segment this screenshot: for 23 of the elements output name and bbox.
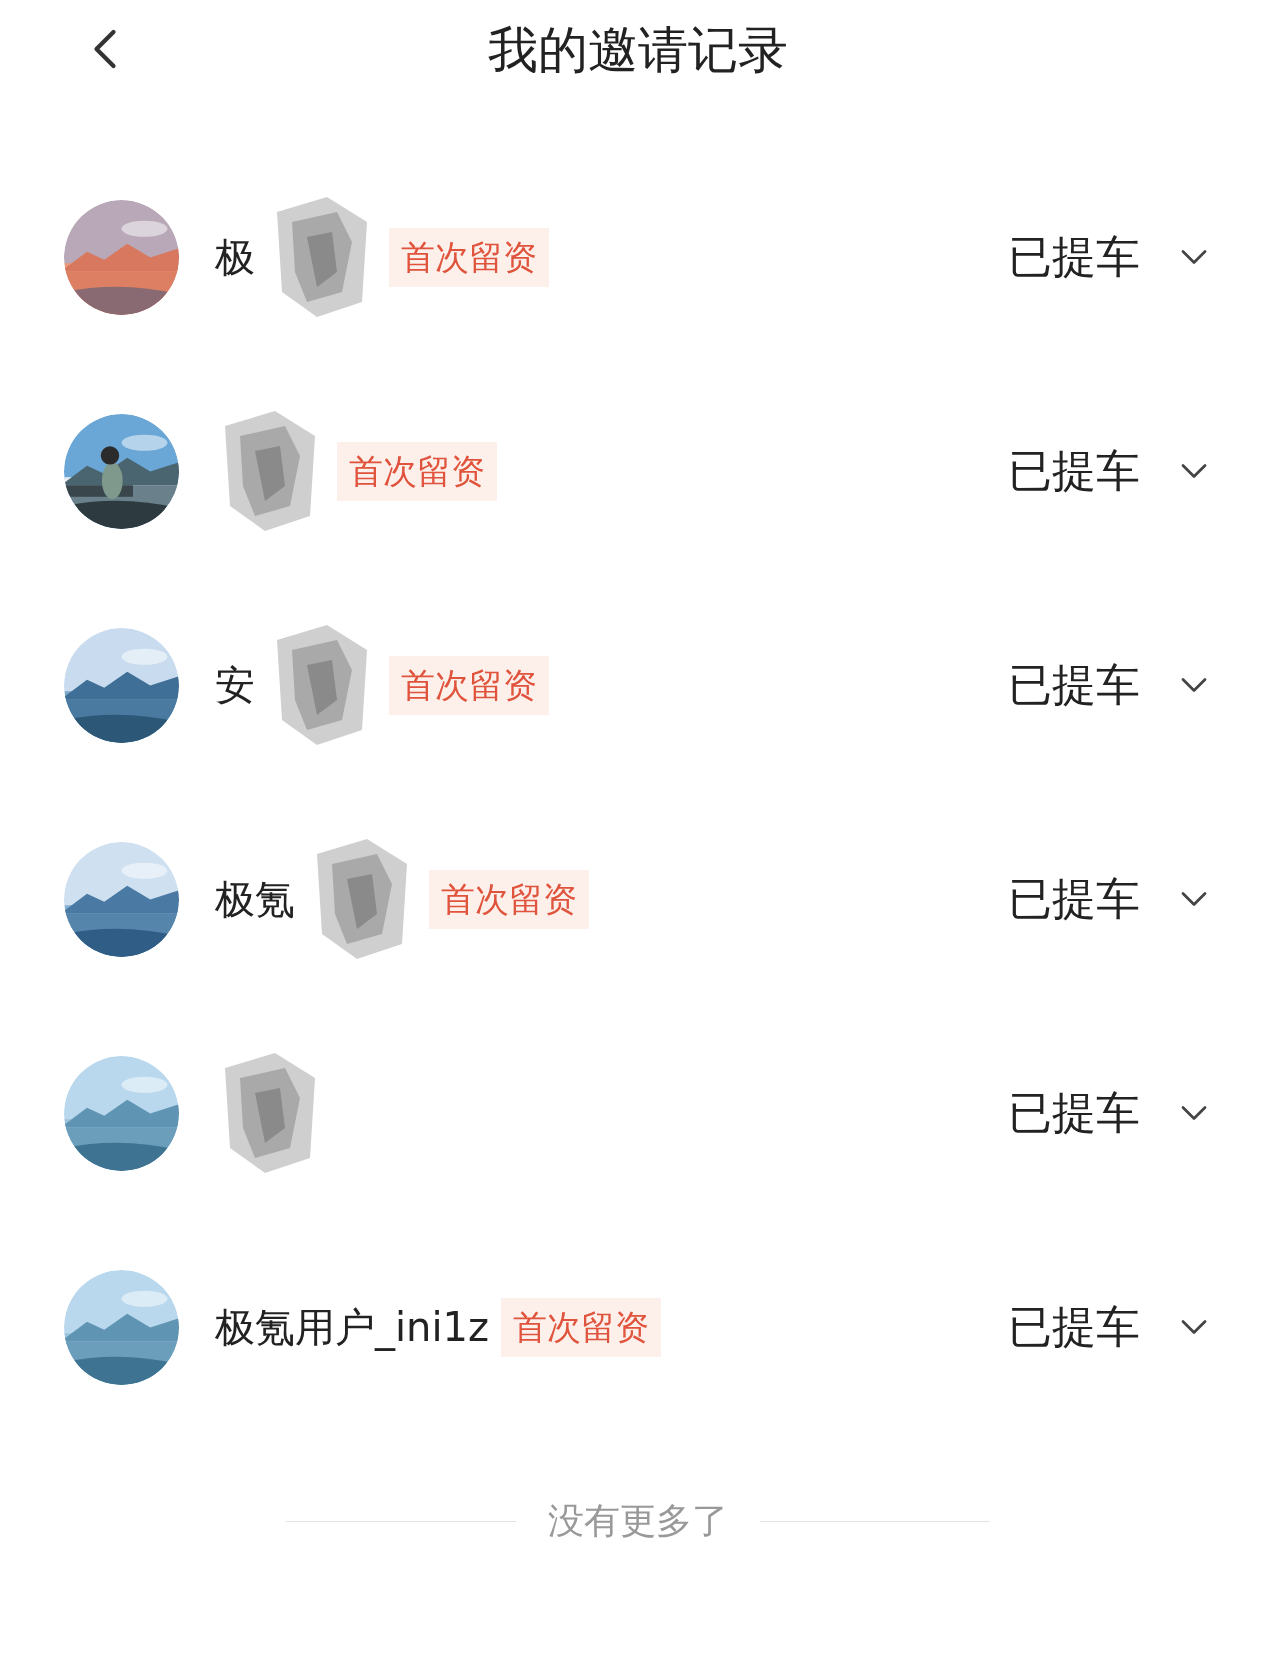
invite-row[interactable]: 安 首次留资 已提车 [0,578,1276,792]
first-lead-tag: 首次留资 [501,1297,662,1357]
user-name: 极氪 [215,875,295,924]
end-of-list-text: 没有更多了 [548,1499,728,1543]
first-lead-tag: 首次留资 [337,441,497,501]
status-label: 已提车 [1008,1086,1140,1140]
status-label: 已提车 [1008,444,1140,498]
status-label: 已提车 [1008,1300,1140,1354]
status-label: 已提车 [1008,658,1140,712]
invite-row[interactable]: 极 首次留资 已提车 [0,150,1276,364]
invite-row[interactable]: 首次留资 已提车 [0,364,1276,578]
first-lead-tag: 首次留资 [389,227,549,287]
user-name: 极 [215,233,255,282]
first-lead-tag: 首次留资 [389,655,549,715]
page-title: 我的邀请记录 [488,25,788,75]
first-lead-tag: 首次留资 [429,869,589,929]
invite-row[interactable]: 极氪 首次留资 已提车 [0,792,1276,1006]
invite-row[interactable]: 已提车 [0,1006,1276,1220]
user-name: 极氪用户_ini1z [215,1303,490,1353]
user-name: 安 [215,661,255,710]
status-label: 已提车 [1008,872,1140,926]
invite-row[interactable]: 极氪用户_ini1z 首次留资 已提车 [0,1220,1276,1434]
status-label: 已提车 [1008,230,1140,284]
